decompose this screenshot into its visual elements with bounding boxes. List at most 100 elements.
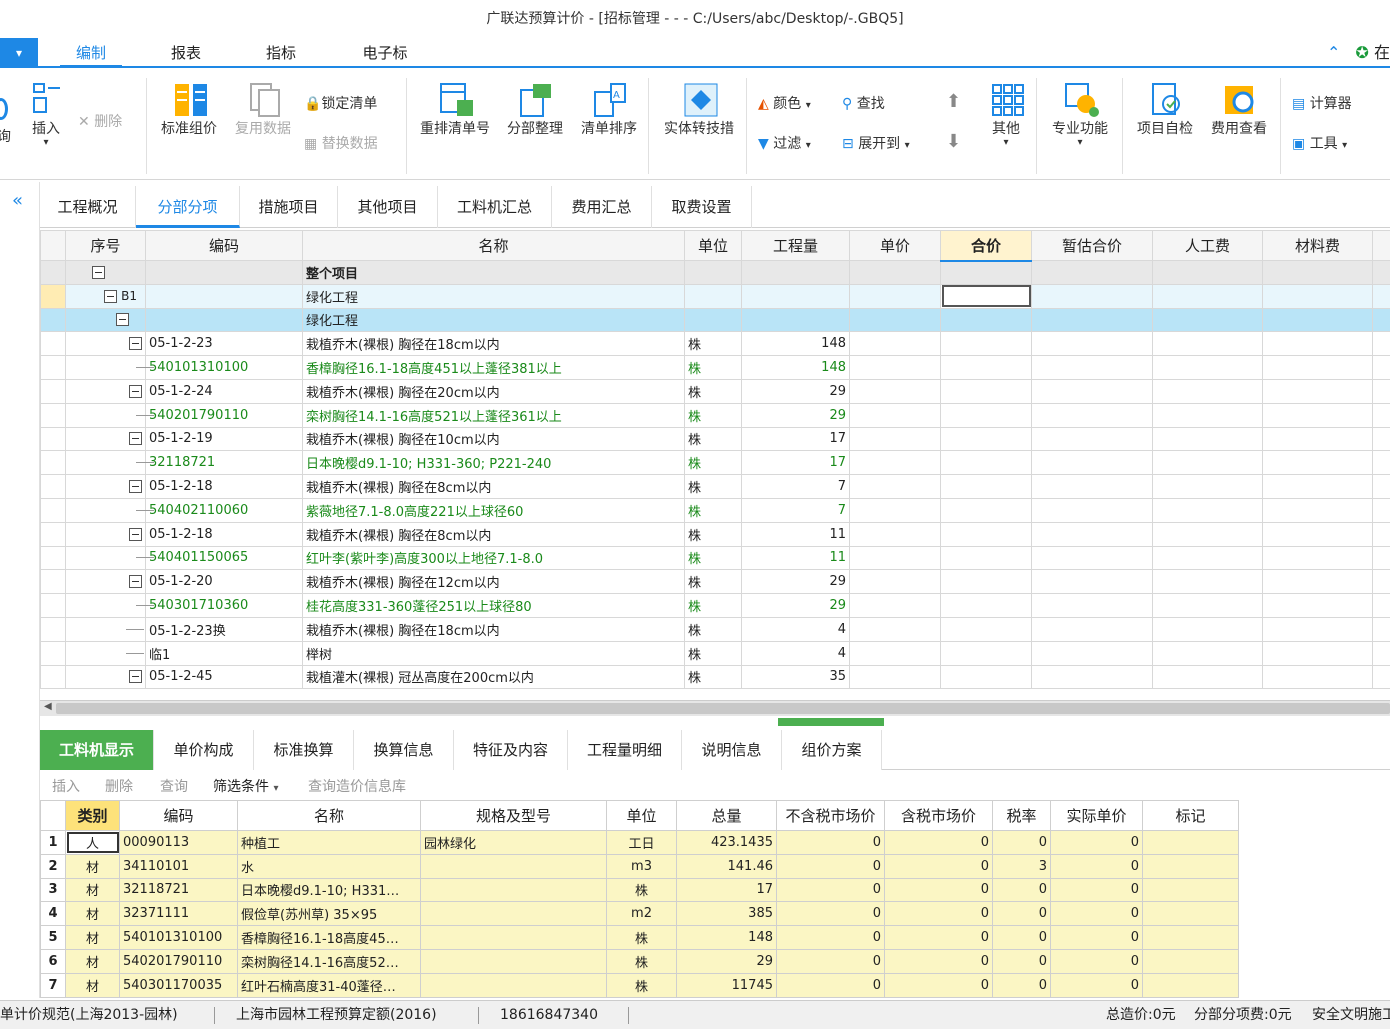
cell-unit[interactable]: 株 (684, 521, 742, 547)
cell-price-inc-tax[interactable]: 0 (884, 925, 993, 950)
cell-total-price[interactable] (940, 378, 1032, 404)
cell-qty[interactable]: 29 (741, 593, 850, 618)
cell-unit[interactable]: 株 (684, 402, 742, 428)
cell-price-inc-tax[interactable]: 0 (884, 901, 993, 927)
cell-unit[interactable]: 株 (684, 331, 742, 357)
cell-material-fee[interactable] (1262, 355, 1373, 380)
cell-est-total[interactable] (1031, 426, 1153, 452)
cell-unit[interactable]: 株 (684, 545, 742, 571)
collapse-toggle-icon[interactable] (129, 337, 142, 351)
col-name[interactable]: 名称 (302, 230, 685, 261)
cell-unit[interactable]: 株 (606, 972, 677, 998)
cell-code[interactable] (145, 260, 303, 285)
col-qty[interactable]: 工程量 (741, 230, 850, 261)
cell-code[interactable]: 34110101 (119, 853, 238, 879)
cell-spec[interactable] (420, 877, 607, 903)
grid-row[interactable]: 05-1-2-18 栽植乔木(裸根) 胸径在8cm以内株 11 (40, 521, 1390, 547)
grid-row[interactable]: 32118721 日本晚樱d9.1-10; H331-360; P221-240 株… (40, 450, 1390, 476)
cell-name[interactable]: 红叶李(紫叶李)高度300以上地径7.1-8.0 (302, 545, 685, 571)
cell-est-total[interactable] (1031, 378, 1153, 404)
tab-material-display[interactable]: 工料机显示 (40, 730, 154, 770)
cell-name[interactable]: 栽植乔木(裸根) 胸径在18cm以内 (302, 616, 685, 642)
cell-qty[interactable]: 148 (741, 331, 850, 357)
material-row[interactable]: 1 人 00090113 种植工 园林绿化 工日 423.1435 0 0 0 0 (40, 830, 1239, 855)
cell-name[interactable]: 红叶石楠高度31-40蓬径… (237, 972, 421, 998)
cell-seq[interactable] (65, 593, 154, 618)
cell-actual-price[interactable]: 0 (1050, 853, 1143, 879)
col-unit[interactable]: 单位 (684, 230, 742, 261)
cell-material-fee[interactable] (1262, 331, 1373, 357)
cell-seq[interactable] (65, 640, 146, 666)
cell-code[interactable]: 540201790110 (145, 402, 303, 428)
collapse-toggle-icon[interactable] (129, 480, 142, 494)
cell-material-fee[interactable] (1262, 474, 1373, 499)
mcol-price-inc-tax[interactable]: 含税市场价 (884, 800, 993, 831)
cell-name[interactable]: 水 (237, 853, 421, 879)
cell-tax-rate[interactable]: 0 (992, 901, 1051, 927)
cell-total-price[interactable] (940, 497, 1032, 523)
col-est-total[interactable]: 暂估合价 (1031, 230, 1153, 261)
cell-total-price[interactable] (940, 545, 1032, 571)
cell-qty[interactable]: 17 (741, 426, 850, 452)
tab-features[interactable]: 特征及内容 (454, 730, 568, 770)
cell-name[interactable]: 栽植乔木(裸根) 胸径在10cm以内 (302, 426, 685, 452)
cell-labor-fee[interactable] (1152, 593, 1263, 618)
cell-qty[interactable]: 29 (741, 402, 850, 428)
cell-total-price[interactable] (940, 450, 1032, 476)
cell-unit[interactable]: 株 (684, 426, 742, 452)
cell-unit-price[interactable] (849, 378, 941, 404)
tab-sections[interactable]: 分部分项 (136, 186, 240, 228)
cell-actual-price[interactable]: 0 (1050, 901, 1143, 927)
cell-material-fee[interactable] (1262, 664, 1373, 690)
cell-seq[interactable] (65, 331, 146, 357)
cell-total[interactable]: 423.1435 (676, 830, 777, 855)
cell-mark[interactable] (1142, 972, 1239, 998)
cell-tax-rate[interactable]: 0 (992, 972, 1051, 998)
cell-material-fee[interactable] (1262, 640, 1373, 666)
cell-name[interactable]: 紫薇地径7.1-8.0高度221以上球径60 (302, 497, 685, 523)
cell-total[interactable]: 141.46 (676, 853, 777, 879)
col-material-fee[interactable]: 材料费 (1262, 230, 1373, 261)
mcol-name[interactable]: 名称 (237, 800, 421, 831)
cell-unit-price[interactable] (849, 450, 941, 476)
move-up-icon[interactable]: ⬆ (946, 92, 961, 112)
cell-code[interactable] (145, 307, 303, 333)
tab-unit-price-composition[interactable]: 单价构成 (154, 730, 254, 770)
cell-est-total[interactable] (1031, 521, 1153, 547)
grid-row[interactable]: 540101310100 香樟胸径16.1-18高度451以上蓬径381以上株 14… (40, 355, 1390, 380)
delete-button[interactable]: ✕ 删除 (78, 112, 122, 132)
cell-total-price[interactable] (940, 640, 1032, 666)
cell-actual-price[interactable]: 0 (1050, 948, 1143, 974)
cell-material-fee[interactable] (1262, 283, 1373, 309)
cell-total-price[interactable] (940, 331, 1032, 357)
cell-code[interactable] (145, 283, 303, 309)
detail-delete-button[interactable]: 删除 (105, 776, 133, 796)
cell-est-total[interactable] (1031, 497, 1153, 523)
cell-name[interactable]: 假俭草(苏州草) 35×95 (237, 901, 421, 927)
cell-total-price[interactable] (940, 402, 1032, 428)
cell-mark[interactable] (1142, 853, 1239, 879)
cell-est-total[interactable] (1031, 664, 1153, 690)
cell-price-inc-tax[interactable]: 0 (884, 972, 993, 998)
cell-name[interactable]: 种植工 (237, 830, 421, 855)
mcol-mark[interactable]: 标记 (1142, 800, 1239, 831)
col-labor-fee[interactable]: 人工费 (1152, 230, 1263, 261)
cell-spec[interactable] (420, 853, 607, 879)
cell-material-fee[interactable] (1262, 450, 1373, 476)
cell-unit[interactable]: 株 (606, 877, 677, 903)
cell-seq[interactable] (65, 426, 146, 452)
cell-unit-price[interactable] (849, 426, 941, 452)
cell-unit-price[interactable] (849, 521, 941, 547)
detail-query-button[interactable]: 查询 (160, 776, 188, 796)
horizontal-scrollbar[interactable]: ◀ (40, 700, 1390, 716)
tab-description[interactable]: 说明信息 (682, 730, 782, 770)
cell-seq[interactable] (65, 307, 146, 333)
grid-row[interactable]: 540201790110 栾树胸径14.1-16高度521以上蓬径361以上株 29 (40, 402, 1390, 428)
detail-insert-button[interactable]: 插入 (52, 776, 80, 796)
cell-tax-rate[interactable]: 0 (992, 948, 1051, 974)
grid-row[interactable]: 05-1-2-20 栽植乔木(裸根) 胸径在12cm以内株 29 (40, 569, 1390, 595)
cell-code[interactable]: 05-1-2-23换 (145, 616, 303, 642)
cell-name[interactable]: 香樟胸径16.1-18高度45… (237, 925, 421, 950)
cell-unit-price[interactable] (849, 616, 941, 642)
tab-measures[interactable]: 措施项目 (240, 186, 338, 228)
